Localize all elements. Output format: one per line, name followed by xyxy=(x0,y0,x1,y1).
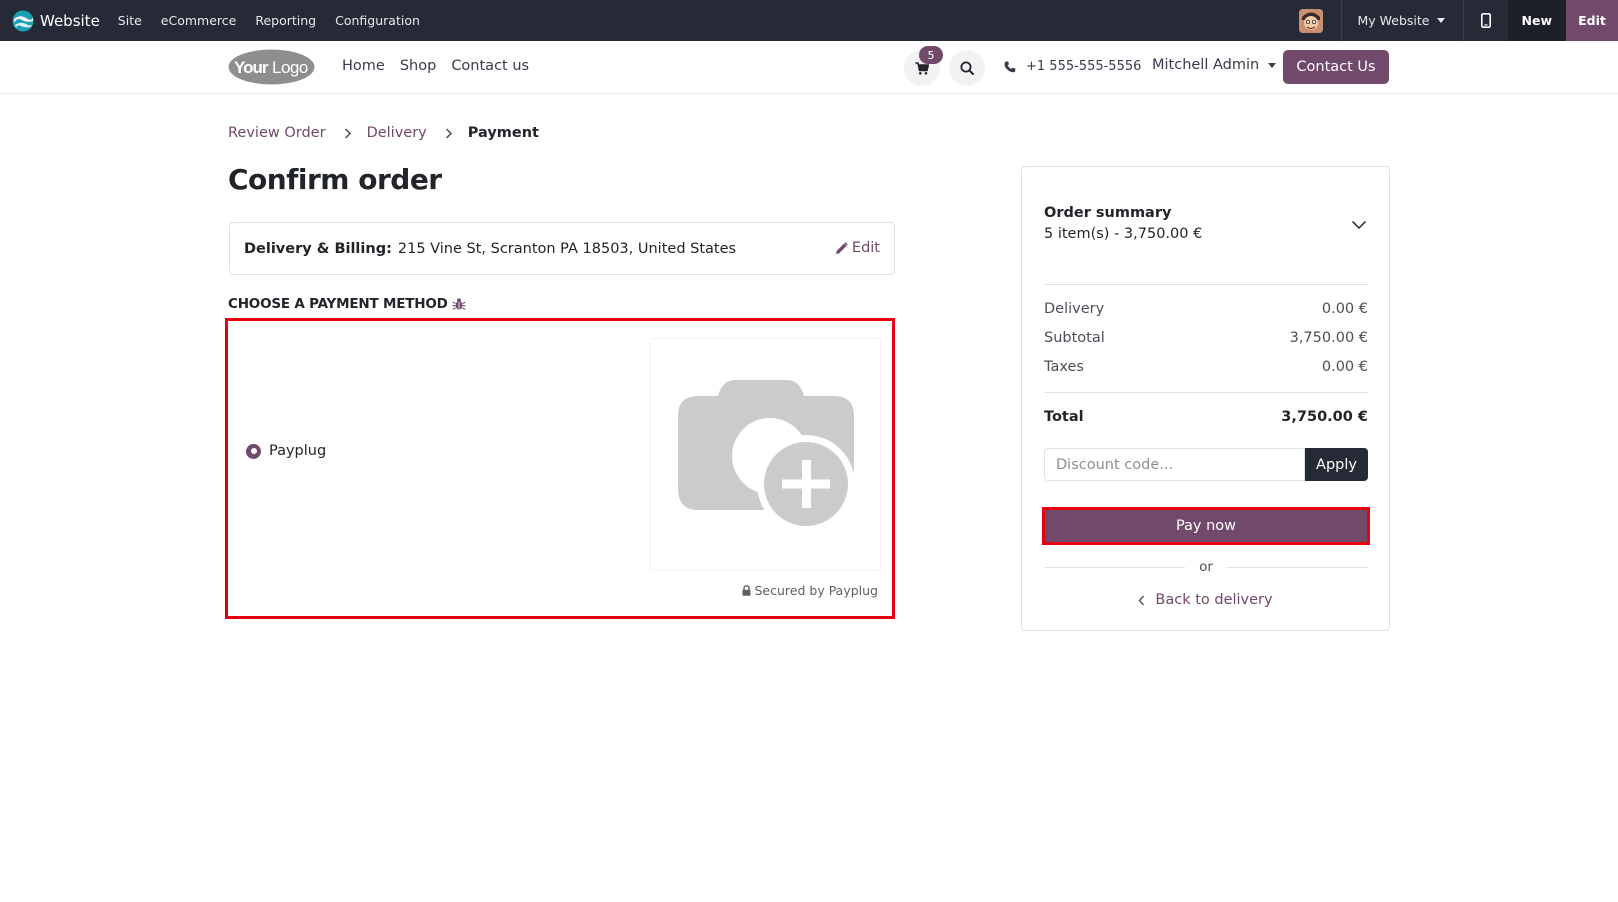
add-image-camera-icon xyxy=(677,380,854,532)
website-app-icon xyxy=(12,10,34,31)
chevron-down-icon xyxy=(1351,220,1367,230)
apply-discount-button[interactable]: Apply xyxy=(1305,448,1368,481)
or-line xyxy=(1226,566,1368,568)
your-logo[interactable]: Your Logo xyxy=(228,49,315,85)
order-summary-items: 5 item(s) - 3,750.00 € xyxy=(1044,226,1203,242)
back-to-delivery-link[interactable]: Back to delivery xyxy=(1022,592,1389,608)
caret-down-icon xyxy=(1436,18,1445,23)
or-label: or xyxy=(1199,559,1213,575)
or-divider: or xyxy=(1044,559,1368,575)
summary-divider xyxy=(1044,392,1368,393)
summary-divider xyxy=(1044,284,1368,285)
caret-down-icon xyxy=(1268,62,1277,68)
phone-icon xyxy=(1004,61,1016,72)
admin-bar: Website Site eCommerce Reporting Configu… xyxy=(0,0,1618,41)
contact-us-button[interactable]: Contact Us xyxy=(1283,50,1389,84)
mobile-preview-button[interactable] xyxy=(1464,0,1508,41)
payment-radio[interactable] xyxy=(246,443,261,459)
site-header: Your Logo Home Shop Contact us 5 +1 555-… xyxy=(0,41,1618,94)
admin-right-group: My Website New Edit xyxy=(1298,0,1618,41)
admin-menu: Site eCommerce Reporting Configuration xyxy=(118,0,439,41)
svg-text:Your: Your xyxy=(234,58,269,77)
address-value: 215 Vine St, Scranton PA 18503, United S… xyxy=(397,240,737,257)
summary-row-subtotal: Subtotal 3,750.00 € xyxy=(1044,330,1368,346)
discount-code-input[interactable] xyxy=(1044,448,1305,481)
edit-address-label: Edit xyxy=(851,240,880,256)
total-label: Total xyxy=(1044,409,1084,425)
payment-method-heading-text: CHOOSE A PAYMENT METHOD xyxy=(228,296,448,312)
summary-row-total: Total 3,750.00 € xyxy=(1044,409,1368,425)
new-button[interactable]: New xyxy=(1507,0,1566,41)
search-icon xyxy=(960,61,974,75)
chevron-right-icon xyxy=(442,126,456,140)
main-nav: Home Shop Contact us xyxy=(342,58,544,74)
chevron-left-icon xyxy=(1138,595,1145,605)
breadcrumb-review-order[interactable]: Review Order xyxy=(228,125,326,141)
checkout-breadcrumb: Review Order Delivery Payment xyxy=(228,125,539,141)
address-label: Delivery & Billing: xyxy=(244,240,392,257)
summary-row-delivery: Delivery 0.00 € xyxy=(1044,301,1368,317)
payment-option-label: Payplug xyxy=(269,443,327,459)
admin-menu-reporting[interactable]: Reporting xyxy=(255,13,316,28)
user-name: Mitchell Admin xyxy=(1152,57,1260,73)
taxes-label: Taxes xyxy=(1044,359,1084,375)
website-switcher-label: My Website xyxy=(1357,13,1430,28)
order-summary-title: Order summary xyxy=(1044,205,1172,221)
breadcrumb-payment: Payment xyxy=(467,125,539,141)
payment-method-image xyxy=(651,339,880,569)
website-switcher[interactable]: My Website xyxy=(1342,0,1463,41)
page-title: Confirm order xyxy=(228,163,442,196)
svg-text:Logo: Logo xyxy=(272,58,308,77)
summary-row-taxes: Taxes 0.00 € xyxy=(1044,359,1368,375)
avatar-face-icon xyxy=(1298,8,1323,33)
admin-avatar[interactable] xyxy=(1298,8,1323,33)
phone-number: +1 555-555-5556 xyxy=(1026,59,1142,74)
secured-by-payplug: Secured by Payplug xyxy=(742,583,879,598)
user-menu[interactable]: Mitchell Admin xyxy=(1152,57,1277,73)
taxes-value: 0.00 € xyxy=(1321,359,1368,375)
edit-button[interactable]: Edit xyxy=(1566,0,1618,41)
nav-shop[interactable]: Shop xyxy=(400,58,436,74)
total-value: 3,750.00 € xyxy=(1281,409,1368,425)
admin-menu-configuration[interactable]: Configuration xyxy=(335,13,420,28)
pay-now-highlight: Pay now xyxy=(1042,507,1370,545)
order-summary-card: Order summary 5 item(s) - 3,750.00 € Del… xyxy=(1021,166,1390,631)
delivery-value: 0.00 € xyxy=(1321,301,1368,317)
subtotal-value: 3,750.00 € xyxy=(1289,330,1368,346)
payment-option-payplug[interactable]: Payplug xyxy=(246,443,326,459)
mobile-phone-icon xyxy=(1480,13,1491,28)
payment-method-box: Payplug Secured by Payplug xyxy=(225,318,895,619)
admin-brand-label: Website xyxy=(40,11,100,30)
chevron-right-icon xyxy=(341,126,355,140)
admin-menu-site[interactable]: Site xyxy=(118,13,142,28)
back-to-delivery-label: Back to delivery xyxy=(1155,592,1273,608)
order-summary-toggle[interactable] xyxy=(1351,215,1367,234)
secured-label: Secured by Payplug xyxy=(754,583,879,598)
subtotal-label: Subtotal xyxy=(1044,330,1105,346)
pay-now-button[interactable]: Pay now xyxy=(1045,510,1367,542)
admin-menu-ecommerce[interactable]: eCommerce xyxy=(161,13,237,28)
pencil-icon xyxy=(835,241,848,254)
edit-address-link[interactable]: Edit xyxy=(835,240,880,256)
admin-brand[interactable]: Website xyxy=(12,0,100,41)
or-line xyxy=(1044,566,1186,568)
bug-icon xyxy=(452,298,466,310)
search-button[interactable] xyxy=(949,50,985,86)
lock-icon xyxy=(742,585,750,596)
order-summary-header: Order summary 5 item(s) - 3,750.00 € xyxy=(1044,205,1202,242)
nav-contact-us[interactable]: Contact us xyxy=(451,58,529,74)
cart-count-badge: 5 xyxy=(919,46,943,64)
phone-contact[interactable]: +1 555-555-5556 xyxy=(1004,59,1141,74)
delivery-label: Delivery xyxy=(1044,301,1105,317)
nav-home[interactable]: Home xyxy=(342,58,385,74)
payment-method-heading: CHOOSE A PAYMENT METHOD xyxy=(228,296,466,312)
delivery-billing-card: Delivery & Billing: 215 Vine St, Scranto… xyxy=(229,222,895,275)
breadcrumb-delivery[interactable]: Delivery xyxy=(367,125,427,141)
